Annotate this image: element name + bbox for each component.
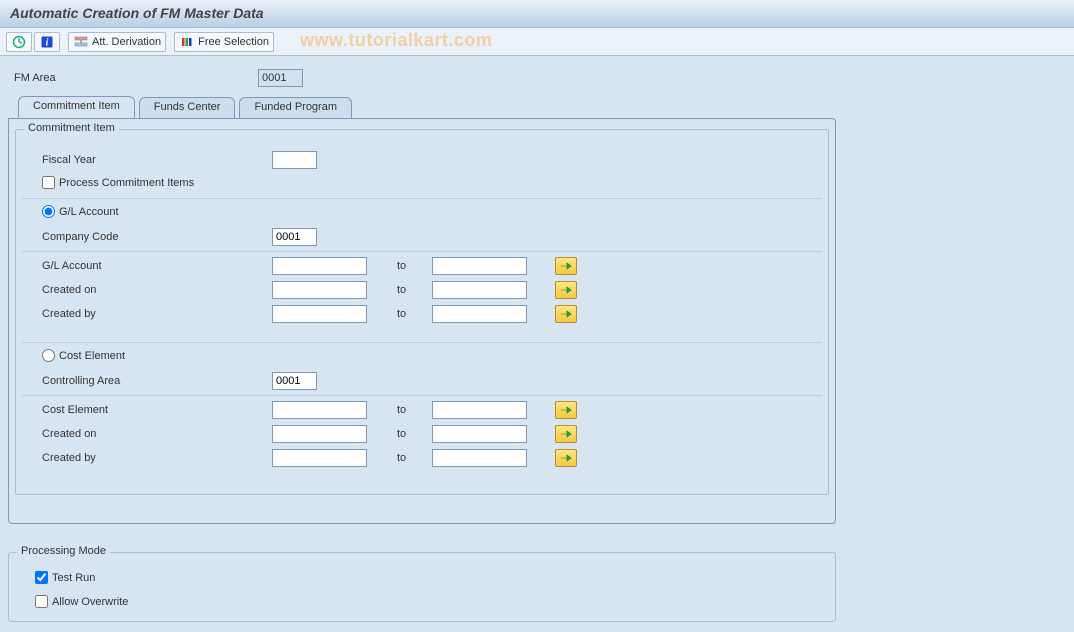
allow-overwrite-label: Allow Overwrite xyxy=(52,596,128,608)
ce-to-field[interactable] xyxy=(432,401,527,419)
gl-created-on-label: Created on xyxy=(22,284,272,296)
free-selection-icon xyxy=(179,34,195,50)
tab-commitment-item[interactable]: Commitment Item xyxy=(18,96,135,118)
watermark-text: www.tutorialkart.com xyxy=(300,30,492,51)
commitment-item-group-title: Commitment Item xyxy=(24,122,119,134)
gl-created-by-multiple-button[interactable] xyxy=(555,305,577,323)
fiscal-year-label: Fiscal Year xyxy=(22,154,272,166)
allow-overwrite-checkbox[interactable] xyxy=(35,595,48,608)
controlling-area-label: Controlling Area xyxy=(22,375,272,387)
fm-area-row: FM Area xyxy=(8,66,1066,90)
ce-multiple-selection-button[interactable] xyxy=(555,401,577,419)
gl-created-by-to-field[interactable] xyxy=(432,305,527,323)
ce-range-label: Cost Element xyxy=(22,404,272,416)
ce-from-field[interactable] xyxy=(272,401,367,419)
arrow-right-icon xyxy=(560,309,572,319)
company-code-label: Company Code xyxy=(22,231,272,243)
gl-created-on-from-field[interactable] xyxy=(272,281,367,299)
fm-area-field[interactable] xyxy=(258,69,303,87)
application-toolbar: i Att. Derivation Free Selection www.tut… xyxy=(0,28,1074,56)
free-selection-label: Free Selection xyxy=(198,36,269,48)
free-selection-button[interactable]: Free Selection xyxy=(174,32,274,52)
controlling-area-field[interactable] xyxy=(272,372,317,390)
processing-mode-title: Processing Mode xyxy=(17,545,110,557)
ce-created-by-label: Created by xyxy=(22,452,272,464)
arrow-right-icon xyxy=(560,453,572,463)
ce-created-on-multiple-button[interactable] xyxy=(555,425,577,443)
cost-element-radio-label: Cost Element xyxy=(59,350,125,362)
gl-range-label: G/L Account xyxy=(22,260,272,272)
info-icon: i xyxy=(39,34,55,50)
company-code-field[interactable] xyxy=(272,228,317,246)
process-ci-label: Process Commitment Items xyxy=(59,177,194,189)
arrow-right-icon xyxy=(560,285,572,295)
svg-text:i: i xyxy=(46,37,49,48)
window-title: Automatic Creation of FM Master Data xyxy=(10,5,264,21)
ce-created-on-label: Created on xyxy=(22,428,272,440)
gl-created-on-multiple-button[interactable] xyxy=(555,281,577,299)
gl-account-radio-wrap[interactable]: G/L Account xyxy=(42,205,119,218)
gl-from-field[interactable] xyxy=(272,257,367,275)
tabstrip: Commitment Item Funds Center Funded Prog… xyxy=(8,96,1066,524)
gl-to-label: to xyxy=(397,260,422,272)
allow-overwrite-checkbox-wrap[interactable]: Allow Overwrite xyxy=(35,595,128,608)
arrow-right-icon xyxy=(560,261,572,271)
execute-icon xyxy=(11,34,27,50)
window-title-bar: Automatic Creation of FM Master Data xyxy=(0,0,1074,28)
gl-account-radio-label: G/L Account xyxy=(59,206,119,218)
content-area: FM Area Commitment Item Funds Center Fun… xyxy=(0,56,1074,632)
execute-button[interactable] xyxy=(6,32,32,52)
ce-created-by-multiple-button[interactable] xyxy=(555,449,577,467)
gl-account-radio[interactable] xyxy=(42,205,55,218)
process-ci-checkbox-wrap[interactable]: Process Commitment Items xyxy=(42,176,194,189)
arrow-right-icon xyxy=(560,429,572,439)
test-run-checkbox-wrap[interactable]: Test Run xyxy=(35,571,95,584)
ce-created-by-to-field[interactable] xyxy=(432,449,527,467)
ce-created-on-from-field[interactable] xyxy=(272,425,367,443)
test-run-label: Test Run xyxy=(52,572,95,584)
gl-created-on-to-field[interactable] xyxy=(432,281,527,299)
att-derivation-label: Att. Derivation xyxy=(92,36,161,48)
processing-mode-group: Processing Mode Test Run Allow Overwrite xyxy=(8,552,836,622)
att-derivation-button[interactable]: Att. Derivation xyxy=(68,32,166,52)
gl-created-by-from-field[interactable] xyxy=(272,305,367,323)
gl-created-by-label: Created by xyxy=(22,308,272,320)
ce-created-on-to-field[interactable] xyxy=(432,425,527,443)
tab-funds-center[interactable]: Funds Center xyxy=(139,97,236,118)
commitment-item-group: Commitment Item Fiscal Year Process Comm… xyxy=(15,129,829,495)
info-button[interactable]: i xyxy=(34,32,60,52)
arrow-right-icon xyxy=(560,405,572,415)
ce-created-by-from-field[interactable] xyxy=(272,449,367,467)
tabstrip-tabs: Commitment Item Funds Center Funded Prog… xyxy=(8,96,1066,118)
tab-funded-program[interactable]: Funded Program xyxy=(239,97,352,118)
gl-multiple-selection-button[interactable] xyxy=(555,257,577,275)
fiscal-year-field[interactable] xyxy=(272,151,317,169)
process-ci-checkbox[interactable] xyxy=(42,176,55,189)
gl-to-field[interactable] xyxy=(432,257,527,275)
test-run-checkbox[interactable] xyxy=(35,571,48,584)
derivation-icon xyxy=(73,34,89,50)
tab-panel-commitment-item: Commitment Item Fiscal Year Process Comm… xyxy=(8,118,836,524)
cost-element-radio-wrap[interactable]: Cost Element xyxy=(42,349,125,362)
cost-element-radio[interactable] xyxy=(42,349,55,362)
fm-area-label: FM Area xyxy=(8,72,258,84)
